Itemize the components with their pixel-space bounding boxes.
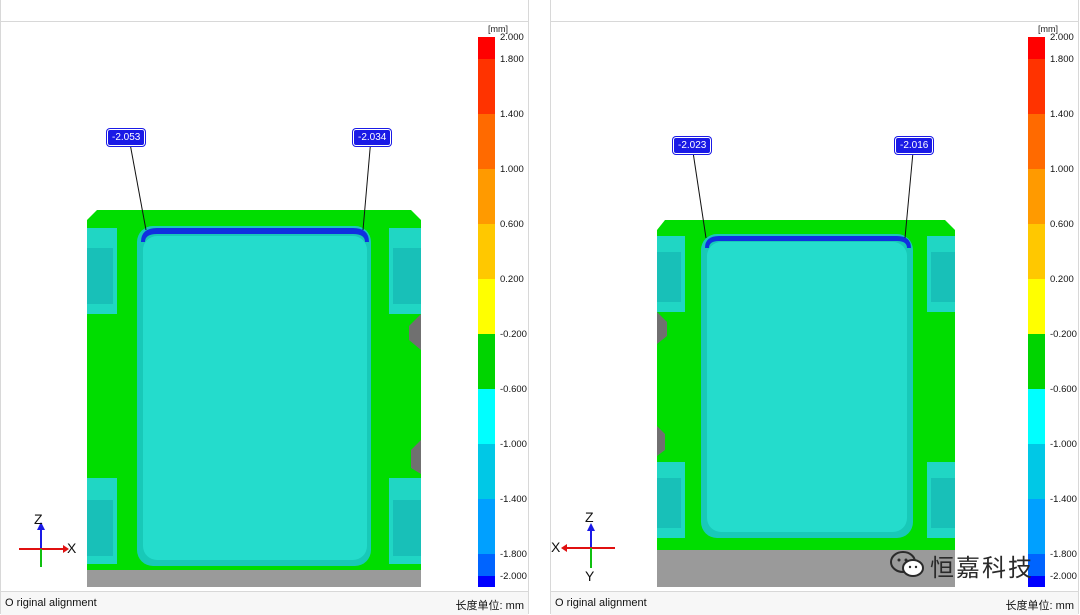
scale-segment	[1028, 499, 1045, 554]
scale-tick-label: 0.200	[500, 274, 524, 285]
scale-tick-label: 1.000	[500, 164, 524, 175]
color-scale: [mm] 2.000 1.800 1.400 1.000 0.600 0.200 -0.20…	[1028, 24, 1080, 588]
scale-bar	[1028, 37, 1045, 587]
watermark: 恒嘉科技	[890, 548, 1034, 582]
axis-label-z: Z	[585, 509, 594, 525]
scale-segment	[1028, 114, 1045, 169]
scale-segment	[1028, 334, 1045, 389]
scale-tick-label: 1.800	[1050, 54, 1074, 65]
scale-tick-label: -1.000	[500, 439, 527, 450]
scale-tick-label: -1.400	[500, 494, 527, 505]
scale-segment	[1028, 169, 1045, 224]
scale-segment	[1028, 224, 1045, 279]
scale-tick-label: -1.400	[1050, 494, 1077, 505]
scale-segment	[478, 279, 495, 334]
scale-tick-label: 1.400	[500, 109, 524, 120]
scale-tick-label: -1.800	[1050, 549, 1077, 560]
status-bar: O riginal alignment 长度单位: mm	[551, 591, 1078, 615]
scale-tick-label: 1.400	[1050, 109, 1074, 120]
deviation-callout[interactable]: -2.016	[895, 137, 934, 154]
watermark-text: 恒嘉科技	[930, 554, 1034, 582]
scale-tick-label: -0.200	[1050, 329, 1077, 340]
scale-tick-label: 0.600	[1050, 219, 1074, 230]
unit-status: 长度单位: mm	[455, 600, 524, 612]
scale-segment	[1028, 444, 1045, 499]
scale-segment	[478, 576, 495, 587]
scale-tick-label: 0.600	[500, 219, 524, 230]
scale-tick-label: -0.200	[500, 329, 527, 340]
3d-viewport[interactable]: -2.053 -2.034 Z X	[1, 22, 528, 591]
3d-viewport[interactable]: -2.023 -2.016 Z X Y	[551, 22, 1078, 591]
axis-label-y: Y	[585, 568, 595, 584]
scale-tick-label: -2.000	[1050, 571, 1077, 582]
color-scale: [mm] 2.000 1.800 1.400 1.000 0.600 0.200 -0.20…	[478, 24, 530, 588]
scale-segment	[478, 334, 495, 389]
scale-bar	[478, 37, 495, 587]
scale-tick-label: 1.800	[500, 54, 524, 65]
scale-tick-label: 1.000	[1050, 164, 1074, 175]
unit-status: 长度单位: mm	[1005, 600, 1074, 612]
scale-segment	[478, 389, 495, 444]
axis-label-x: X	[551, 539, 561, 555]
scale-tick-label: 0.200	[1050, 274, 1074, 285]
scale-segment	[478, 169, 495, 224]
scale-segment	[478, 37, 495, 59]
part-model	[561, 151, 955, 587]
scale-segment	[1028, 37, 1045, 59]
scale-segment	[478, 59, 495, 114]
wechat-icon	[890, 551, 924, 577]
status-bar: O riginal alignment 长度单位: mm	[1, 591, 528, 615]
scale-segment	[1028, 389, 1045, 444]
axis-label-x: X	[67, 540, 77, 556]
axis-label-z: Z	[34, 511, 43, 527]
deviation-callout[interactable]: -2.023	[673, 137, 712, 154]
alignment-status: O riginal alignment	[5, 597, 97, 609]
scale-segment	[478, 554, 495, 576]
viewer-toolbar	[551, 0, 1078, 22]
scale-segment	[478, 444, 495, 499]
scale-tick-label: -0.600	[500, 384, 527, 395]
scale-tick-label: 2.000	[500, 32, 524, 43]
deviation-callout[interactable]: -2.053	[107, 129, 146, 146]
scale-segment	[478, 224, 495, 279]
scale-tick-label: 2.000	[1050, 32, 1074, 43]
left-viewer-panel: -2.053 -2.034 Z X [mm] 2.000 1.800 1.400 1.…	[0, 0, 530, 615]
viewer-toolbar	[1, 0, 528, 22]
scale-segment	[1028, 279, 1045, 334]
scale-segment	[478, 499, 495, 554]
right-viewer-panel: -2.023 -2.016 Z X Y [mm] 2.000 1.800 1.400…	[550, 0, 1080, 615]
scale-segment	[478, 114, 495, 169]
part-model	[19, 137, 421, 587]
scale-segment	[1028, 59, 1045, 114]
scale-tick-label: -1.800	[500, 549, 527, 560]
alignment-status: O riginal alignment	[555, 597, 647, 609]
scale-tick-label: -2.000	[500, 571, 527, 582]
scale-tick-label: -0.600	[1050, 384, 1077, 395]
scale-tick-label: -1.000	[1050, 439, 1077, 450]
deviation-callout[interactable]: -2.034	[353, 129, 392, 146]
